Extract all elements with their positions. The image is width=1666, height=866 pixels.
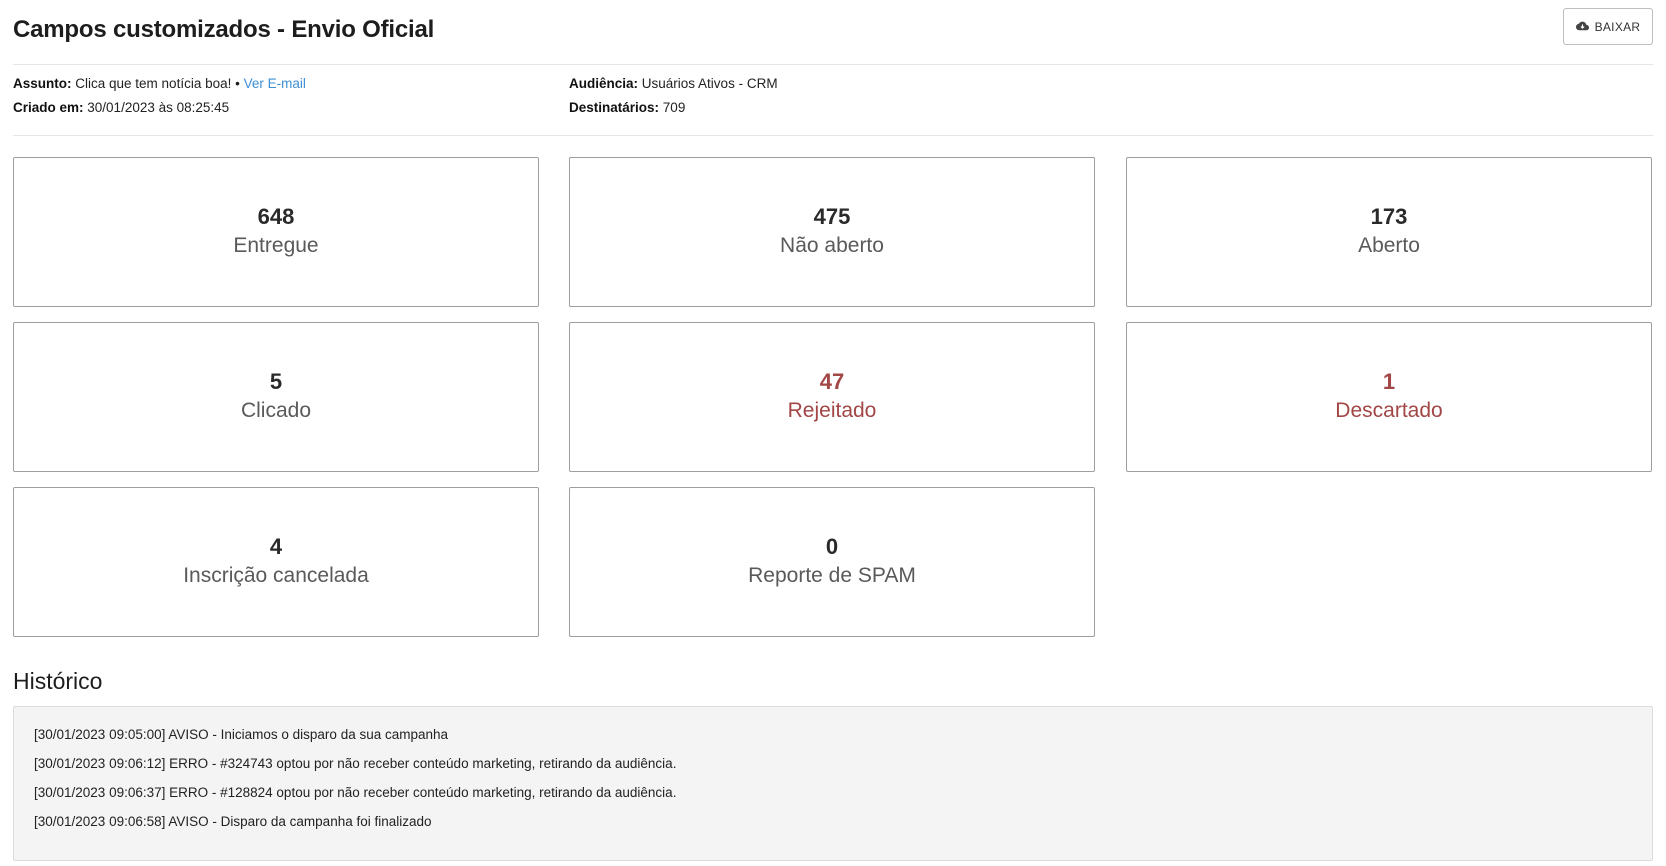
subject-value: Clica que tem notícia boa! [75,76,232,91]
audience-label: Audiência: [569,76,639,91]
stat-label: Entregue [233,234,319,257]
view-email-link[interactable]: Ver E-mail [244,76,306,91]
created-label: Criado em: [13,100,84,115]
stat-card-opened[interactable]: 173 Aberto [1126,157,1652,307]
subject-line: Assunto: Clica que tem notícia boa! • Ve… [13,76,306,91]
campaign-report-page: Campos customizados - Envio Oficial BAIX… [0,0,1666,866]
stat-value: 5 [269,369,283,394]
stat-card-clicked[interactable]: 5 Clicado [13,322,539,472]
stat-value: 173 [1370,204,1408,229]
stat-label: Clicado [240,399,312,422]
history-log: [30/01/2023 09:05:00] AVISO - Iniciamos … [13,706,1653,861]
history-entry: [30/01/2023 09:05:00] AVISO - Iniciamos … [34,727,449,742]
recipients-value: 709 [662,100,686,115]
download-button[interactable]: BAIXAR [1563,8,1653,45]
recipients-line: Destinatários: 709 [569,100,685,115]
subject-label: Assunto: [13,76,72,91]
created-line: Criado em: 30/01/2023 às 08:25:45 [13,100,229,115]
stats-grid: 648 Entregue 475 Não aberto 173 Aberto 5… [13,136,1653,637]
cloud-download-icon [1575,21,1589,32]
created-value: 30/01/2023 às 08:25:45 [87,100,230,115]
history-title: Histórico [13,668,103,694]
stat-label: Rejeitado [787,399,877,422]
stat-value: 648 [257,204,295,229]
stat-card-discarded[interactable]: 1 Descartado [1126,322,1652,472]
audience-value: Usuários Ativos - CRM [641,76,778,91]
stat-card-rejected[interactable]: 47 Rejeitado [569,322,1095,472]
stat-card-spam-report[interactable]: 0 Reporte de SPAM [569,487,1095,637]
history-entry: [30/01/2023 09:06:12] ERRO - #324743 opt… [34,756,677,771]
audience-line: Audiência: Usuários Ativos - CRM [569,76,778,91]
stat-value: 47 [819,369,845,394]
stat-value: 1 [1382,369,1396,394]
campaign-meta: Assunto: Clica que tem notícia boa! • Ve… [13,65,1653,136]
page-title: Campos customizados - Envio Oficial [13,16,435,43]
meta-separator: • [235,76,240,91]
history-entry: [30/01/2023 09:06:37] ERRO - #128824 opt… [34,785,677,800]
stat-card-delivered[interactable]: 648 Entregue [13,157,539,307]
recipients-label: Destinatários: [569,100,660,115]
stat-label: Aberto [1358,234,1420,257]
history-entry: [30/01/2023 09:06:58] AVISO - Disparo da… [34,814,432,829]
stat-label: Reporte de SPAM [748,564,916,587]
stat-card-not-opened[interactable]: 475 Não aberto [569,157,1095,307]
stat-label: Inscrição cancelada [183,564,369,587]
stat-value: 475 [813,204,851,229]
stat-value: 4 [269,534,283,559]
stat-label: Descartado [1335,399,1443,422]
stat-card-unsubscribed[interactable]: 4 Inscrição cancelada [13,487,539,637]
page-header: Campos customizados - Envio Oficial BAIX… [13,0,1653,65]
download-button-label: BAIXAR [1594,19,1641,34]
stat-label: Não aberto [780,234,884,257]
stat-value: 0 [825,534,839,559]
